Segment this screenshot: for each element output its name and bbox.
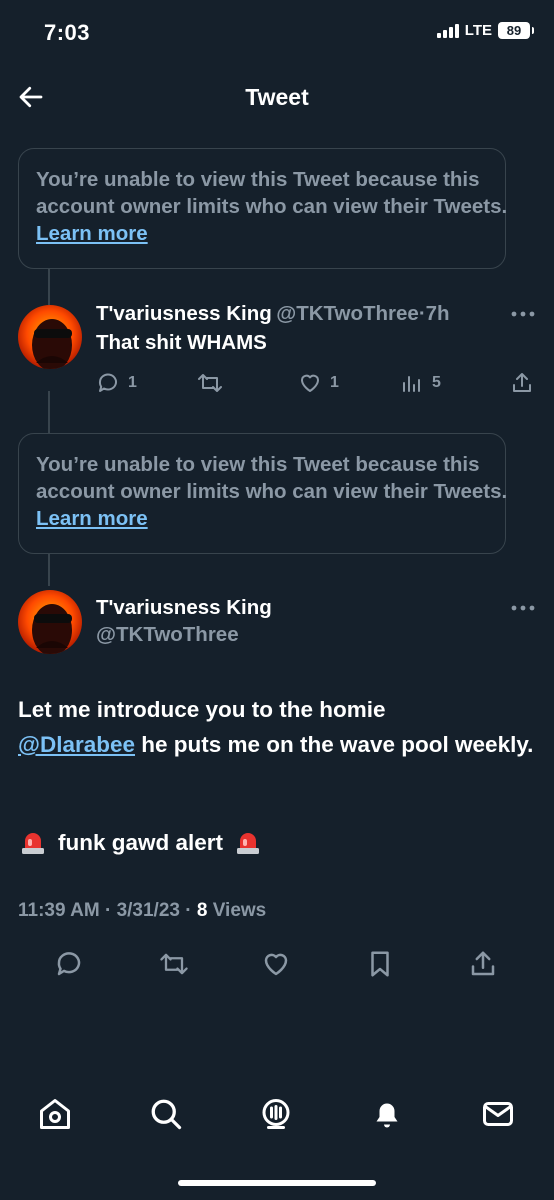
tweet-body: Let me introduce you to the homie @Dlarab… [18, 692, 538, 762]
tweet-text: That shit WHAMS [96, 331, 267, 354]
reply-icon [98, 373, 117, 392]
messages-icon[interactable] [480, 1096, 516, 1132]
status-time: 7:03 [44, 20, 91, 45]
retweet-icon [198, 374, 222, 392]
thread-line [48, 554, 50, 586]
tweet-meta: 11:39 AM · 3/31/23 · 8 Views [18, 900, 266, 922]
views-button[interactable]: 5 [400, 371, 441, 395]
notice-text: You’re unable to view this Tweet because… [36, 168, 508, 218]
separator: · [185, 900, 192, 921]
alert-text: funk gawd alert [58, 830, 224, 855]
share-icon [513, 373, 531, 392]
reply-count: 1 [128, 374, 137, 391]
views-count[interactable]: 8 [197, 900, 208, 921]
heart-icon[interactable] [261, 949, 291, 979]
separator: · [104, 900, 112, 921]
author-handle[interactable]: @TKTwoThree [96, 623, 239, 647]
status-indicators: LTE 89 [436, 22, 534, 39]
avatar[interactable] [18, 305, 82, 369]
thread-line [48, 269, 50, 305]
views-label[interactable]: Views [213, 900, 267, 921]
share-button[interactable] [510, 371, 534, 395]
tweet-header: T'variusness King @TKTwoThree·7h [96, 302, 516, 326]
author-handle[interactable]: @TKTwoThree [276, 302, 419, 325]
reply-button[interactable]: 1 [96, 371, 137, 395]
siren-emoji-icon [22, 833, 44, 854]
home-indicator [178, 1180, 376, 1186]
tweet-time: 11:39 AM [18, 900, 100, 921]
notice-text: You’re unable to view this Tweet because… [36, 453, 508, 503]
avatar[interactable] [18, 590, 82, 654]
thread-line [48, 391, 50, 433]
views-icon [403, 376, 420, 392]
spaces-icon[interactable] [258, 1096, 294, 1132]
bookmark-icon[interactable] [365, 949, 395, 979]
tweet-text: Let me introduce you to the homie [18, 697, 386, 722]
network-label: LTE [464, 22, 492, 39]
more-icon[interactable] [510, 309, 536, 319]
retweet-icon[interactable] [158, 949, 190, 979]
separator: · [418, 302, 426, 325]
like-button[interactable]: 1 [298, 371, 339, 395]
restricted-tweet-notice: You’re unable to view this Tweet because… [18, 433, 508, 554]
mention-link[interactable]: @Dlarabee [18, 732, 135, 757]
search-icon[interactable] [148, 1096, 184, 1132]
siren-emoji-icon [237, 833, 260, 854]
author-name[interactable]: T'variusness King [96, 302, 272, 325]
learn-more-link[interactable]: Learn more [36, 222, 148, 245]
avatar-image [18, 305, 82, 369]
tweet-date: 3/31/23 [116, 900, 180, 921]
view-count: 5 [432, 374, 441, 391]
battery-level: 89 [506, 23, 522, 38]
avatar-image [18, 590, 82, 654]
notifications-icon[interactable] [369, 1096, 405, 1132]
signal-icon [436, 23, 459, 38]
like-count: 1 [330, 374, 339, 391]
home-icon[interactable] [37, 1096, 73, 1132]
tweet-text: he puts me on the wave pool weekly. [135, 732, 534, 757]
alert-line: funk gawd alert [18, 828, 263, 858]
more-icon[interactable] [510, 603, 536, 613]
author-name[interactable]: T'variusness King [96, 596, 272, 620]
share-icon[interactable] [468, 949, 498, 979]
tweet-time: 7h [425, 302, 450, 325]
heart-icon [301, 374, 319, 392]
reply-icon[interactable] [54, 949, 84, 979]
page-title: Tweet [245, 84, 309, 110]
learn-more-link[interactable]: Learn more [36, 507, 148, 530]
restricted-tweet-notice: You’re unable to view this Tweet because… [18, 148, 508, 269]
retweet-button[interactable] [196, 371, 224, 395]
battery-icon: 89 [498, 22, 534, 39]
